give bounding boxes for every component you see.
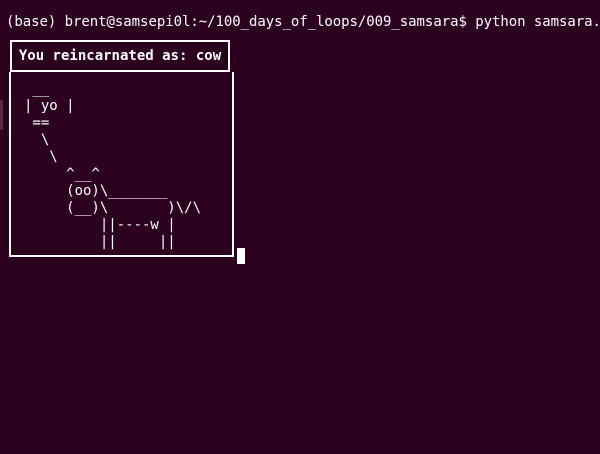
- command-prompt-line: (base) brent@samsepi0l:~/100_days_of_loo…: [6, 14, 600, 30]
- text-cursor: [237, 248, 245, 264]
- reincarnation-title: You reincarnated as: cow: [18, 47, 222, 64]
- terminal-window[interactable]: (base) brent@samsepi0l:~/100_days_of_loo…: [0, 0, 600, 454]
- cow-ascii-art: __ | yo | == \ \ ^__^ (oo)\_______ (__)\…: [24, 81, 202, 250]
- ascii-art-panel: __ | yo | == \ \ ^__^ (oo)\_______ (__)\…: [9, 72, 234, 257]
- scrollbar-indicator[interactable]: [0, 100, 3, 130]
- reincarnation-title-box: You reincarnated as: cow: [10, 40, 230, 72]
